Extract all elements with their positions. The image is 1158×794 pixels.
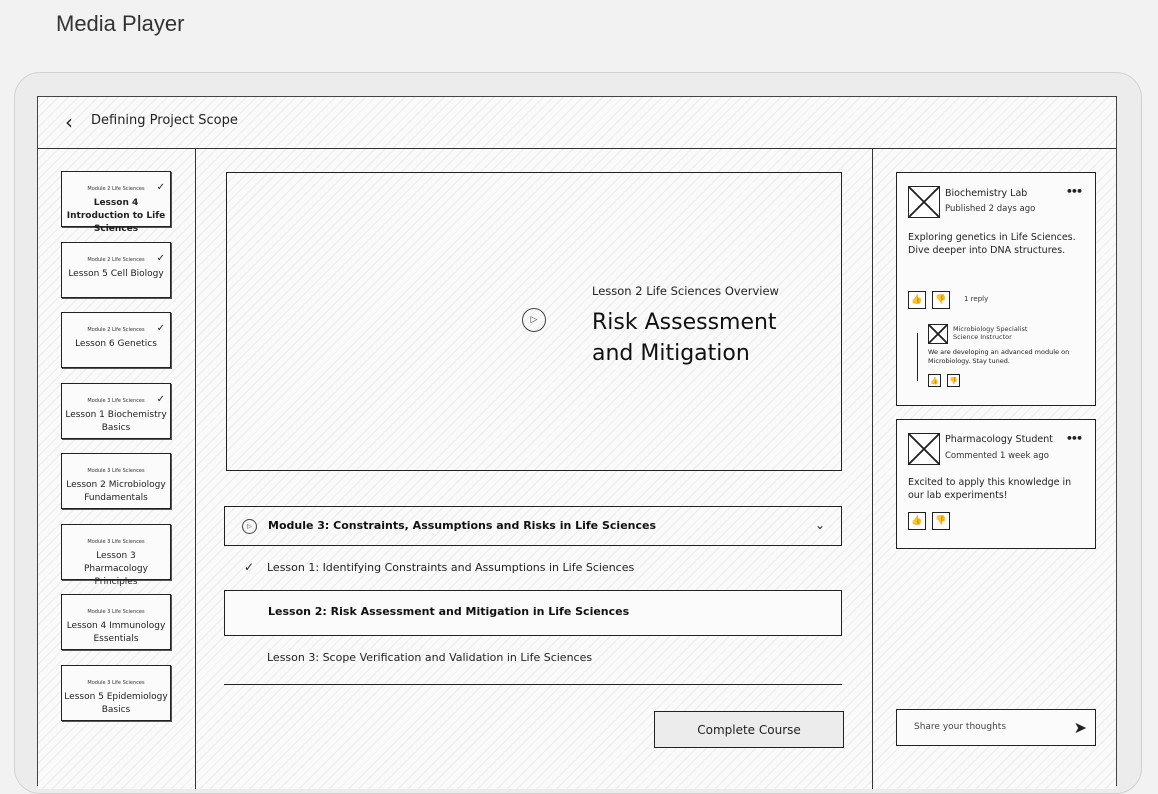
- lesson-card-title: Lesson 3 Pharmacology Principles: [84, 551, 148, 587]
- check-icon: ✓: [156, 182, 165, 193]
- avatar: [908, 186, 940, 218]
- lesson-card-module: Module 2 Life Sciences: [87, 186, 145, 192]
- more-icon[interactable]: •••: [1066, 185, 1083, 198]
- lesson-card[interactable]: Module 3 Life Sciences Lesson 5 Epidemio…: [61, 665, 171, 721]
- check-icon: ✓: [156, 323, 165, 334]
- video-title: Risk Assessment and Mitigation: [592, 310, 777, 366]
- lesson-card[interactable]: Module 2 Life Sciences ✓ Lesson 5 Cell B…: [61, 242, 171, 298]
- video-subtitle: Lesson 2 Life Sciences Overview: [592, 284, 779, 298]
- video-player[interactable]: ▷ Lesson 2 Life Sciences Overview Risk A…: [226, 172, 842, 471]
- thread-line: [917, 333, 918, 381]
- complete-course-button[interactable]: Complete Course: [654, 711, 844, 748]
- lesson-card-title: Lesson 4 Introduction to Life Sciences: [66, 198, 166, 234]
- lesson-card-title: Lesson 6 Genetics: [75, 339, 157, 349]
- thumbs-down-icon[interactable]: 👎: [932, 512, 950, 530]
- thumbs-up-icon[interactable]: 👍: [908, 291, 926, 309]
- module-title: Module 3: Constraints, Assumptions and R…: [268, 519, 657, 532]
- lesson-sidebar: Module 2 Life Sciences ✓ Lesson 4 Introd…: [38, 149, 196, 789]
- divider: [224, 684, 842, 685]
- comment-card: Pharmacology Student Commented 1 week ag…: [896, 419, 1096, 549]
- lesson-card-module: Module 3 Life Sciences: [87, 680, 145, 686]
- main-content: ▷ Lesson 2 Life Sciences Overview Risk A…: [196, 149, 872, 789]
- check-icon: ✓: [156, 253, 165, 264]
- reply-text: We are developing an advanced module on …: [928, 348, 1070, 365]
- module-accordion-header[interactable]: ▷ Module 3: Constraints, Assumptions and…: [224, 506, 842, 546]
- comment-input-placeholder: Share your thoughts: [914, 722, 1007, 732]
- comment-text: Excited to apply this knowledge in our l…: [908, 477, 1072, 501]
- lesson-row[interactable]: Lesson 3: Scope Verification and Validat…: [224, 636, 842, 682]
- top-bar: ‹ Defining Project Scope: [38, 97, 1116, 149]
- play-circle-icon: ▷: [242, 519, 257, 534]
- check-icon: ✓: [156, 394, 165, 405]
- back-icon[interactable]: ‹: [58, 110, 80, 134]
- comment-card: Biochemistry Lab Published 2 days ago ••…: [896, 172, 1096, 406]
- lesson-card[interactable]: Module 3 Life Sciences ✓ Lesson 1 Bioche…: [61, 383, 171, 439]
- lesson-card-title: Lesson 2 Microbiology Fundamentals: [66, 480, 166, 503]
- lesson-row-title: Lesson 1: Identifying Constraints and As…: [267, 561, 635, 574]
- thumbs-down-icon[interactable]: 👎: [932, 291, 950, 309]
- lesson-card-module: Module 3 Life Sciences: [87, 539, 145, 545]
- comment-input[interactable]: Share your thoughts ➤: [896, 709, 1096, 746]
- lesson-card-module: Module 3 Life Sciences: [87, 609, 145, 615]
- comment-author: Biochemistry Lab: [945, 188, 1028, 199]
- avatar: [928, 324, 948, 344]
- comment-meta: Published 2 days ago: [945, 204, 1036, 214]
- lesson-card[interactable]: Module 2 Life Sciences ✓ Lesson 4 Introd…: [61, 171, 171, 234]
- thumbs-up-icon[interactable]: 👍: [928, 374, 941, 387]
- comment-author: Pharmacology Student: [945, 434, 1053, 445]
- send-icon[interactable]: ➤: [1074, 718, 1087, 737]
- lesson-row-title: Lesson 3: Scope Verification and Validat…: [267, 651, 593, 664]
- chevron-down-icon[interactable]: ⌄: [815, 518, 825, 532]
- page-title: Media Player: [56, 11, 185, 36]
- course-title: Defining Project Scope: [91, 113, 238, 128]
- reply-author: Microbiology Specialist: [953, 325, 1028, 333]
- lesson-card[interactable]: Module 3 Life Sciences Lesson 2 Microbio…: [61, 453, 171, 509]
- lesson-card[interactable]: Module 2 Life Sciences ✓ Lesson 6 Geneti…: [61, 312, 171, 368]
- lesson-card-module: Module 2 Life Sciences: [87, 327, 145, 333]
- lesson-card[interactable]: Module 3 Life Sciences Lesson 3 Pharmaco…: [61, 524, 171, 587]
- play-icon[interactable]: ▷: [522, 308, 546, 332]
- more-icon[interactable]: •••: [1066, 432, 1083, 445]
- avatar: [908, 433, 940, 465]
- check-icon: ✓: [244, 560, 255, 574]
- lesson-row-selected[interactable]: Lesson 2: Risk Assessment and Mitigation…: [224, 590, 842, 636]
- thumbs-down-icon[interactable]: 👎: [947, 374, 960, 387]
- comment-meta: Commented 1 week ago: [945, 451, 1049, 461]
- app-screen: ‹ Defining Project Scope Module 2 Life S…: [37, 96, 1117, 789]
- lesson-card-title: Lesson 4 Immunology Essentials: [66, 621, 166, 644]
- lesson-row-title: Lesson 2: Risk Assessment and Mitigation…: [268, 605, 630, 618]
- reply-count[interactable]: 1 reply: [964, 295, 988, 303]
- lesson-card[interactable]: Module 3 Life Sciences Lesson 4 Immunolo…: [61, 594, 171, 650]
- lesson-card-title: Lesson 5 Epidemiology Basics: [64, 692, 168, 715]
- lesson-row[interactable]: ✓ Lesson 1: Identifying Constraints and …: [224, 546, 842, 592]
- lesson-card-title: Lesson 1 Biochemistry Basics: [65, 410, 167, 433]
- lesson-card-title: Lesson 5 Cell Biology: [68, 269, 164, 279]
- comment-text: Exploring genetics in Life Sciences. Div…: [908, 232, 1076, 256]
- comments-panel: Biochemistry Lab Published 2 days ago ••…: [872, 149, 1116, 789]
- thumbs-up-icon[interactable]: 👍: [908, 512, 926, 530]
- lesson-card-module: Module 2 Life Sciences: [87, 257, 145, 263]
- lesson-card-module: Module 3 Life Sciences: [87, 398, 145, 404]
- lesson-card-module: Module 3 Life Sciences: [87, 468, 145, 474]
- reply-role: Science Instructor: [953, 333, 1012, 341]
